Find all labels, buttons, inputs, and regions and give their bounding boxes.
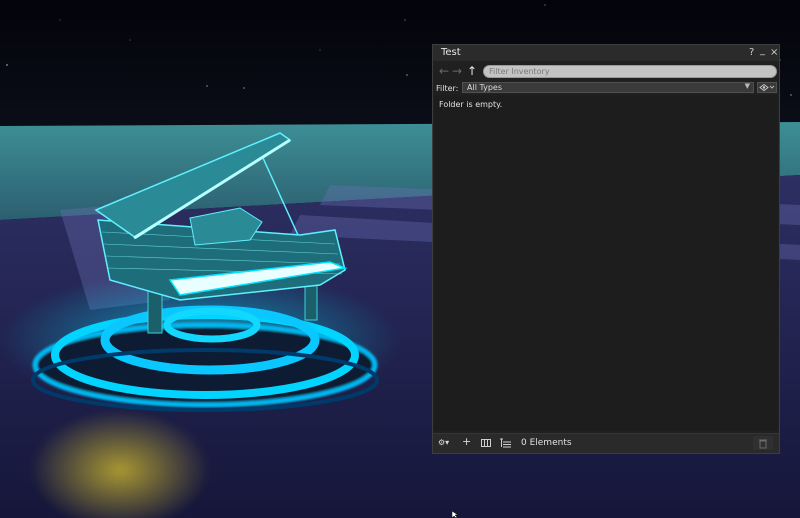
up-arrow-icon[interactable]: ↑ [467,64,477,78]
navigation-bar: ← → ↑ Filter Inventory [433,63,779,81]
window-title: Test [441,47,461,58]
minimize-button[interactable]: _ [760,44,765,58]
eye-icon [759,83,775,92]
back-arrow-icon[interactable]: ← [439,64,449,78]
forward-arrow-icon[interactable]: → [452,64,462,78]
inventory-list[interactable]: Folder is empty. [434,95,778,431]
filter-selected-value: All Types [467,83,503,92]
list-view-icon[interactable] [500,438,512,448]
search-input[interactable]: Filter Inventory [483,65,777,78]
trash-icon [759,439,767,449]
filter-label: Filter: [436,84,459,93]
empty-folder-message: Folder is empty. [439,100,503,109]
titlebar[interactable]: Test ? _ × [433,45,779,61]
inventory-icon[interactable] [481,438,491,448]
bottom-toolbar: ⚙▾ + 0 Elements [433,433,779,453]
dropdown-arrow-icon: ▼ [744,82,750,90]
add-button[interactable]: + [462,435,471,449]
close-button[interactable]: × [770,46,778,60]
search-placeholder: Filter Inventory [489,67,550,76]
view-options-button[interactable] [757,82,777,93]
help-button[interactable]: ? [749,46,754,60]
element-count: 0 Elements [521,438,572,448]
inventory-panel: Test ? _ × ← → ↑ Filter Inventory Filter… [432,44,780,454]
filter-dropdown[interactable]: All Types ▼ [462,82,754,93]
mouse-cursor-icon [452,511,459,518]
gear-menu-icon[interactable]: ⚙▾ [438,436,449,450]
trash-button[interactable] [753,436,773,450]
